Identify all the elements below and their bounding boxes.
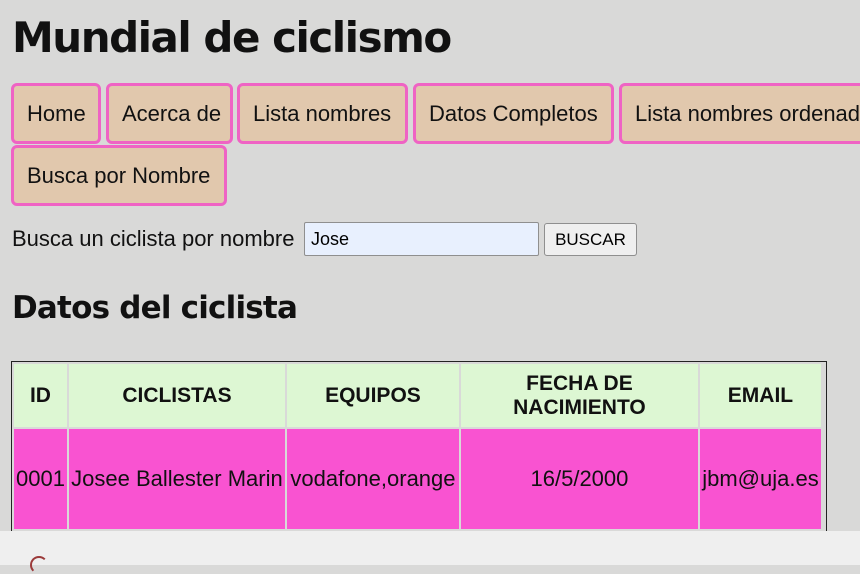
- bottom-bar: [0, 531, 860, 574]
- search-button[interactable]: BUSCAR: [544, 223, 637, 256]
- page-title: Mundial de ciclismo: [12, 13, 452, 62]
- results-table-container: ID CICLISTAS EQUIPOS FECHA DE NACIMIENTO…: [11, 361, 827, 535]
- header-equipos: EQUIPOS: [286, 364, 459, 427]
- cell-fecha: 16/5/2000: [460, 429, 698, 529]
- nav-lista-nombres-ordenados[interactable]: Lista nombres ordenados: [619, 83, 860, 144]
- header-fecha-nacimiento: FECHA DE NACIMIENTO: [460, 364, 698, 427]
- nav-busca-por-nombre[interactable]: Busca por Nombre: [11, 145, 227, 206]
- nav-datos-completos[interactable]: Datos Completos: [413, 83, 614, 144]
- results-table: ID CICLISTAS EQUIPOS FECHA DE NACIMIENTO…: [12, 362, 823, 531]
- cell-id: 0001: [14, 429, 67, 529]
- nav-lista-nombres[interactable]: Lista nombres: [237, 83, 408, 144]
- search-input[interactable]: [304, 222, 539, 256]
- table-header-row: ID CICLISTAS EQUIPOS FECHA DE NACIMIENTO…: [14, 364, 821, 427]
- nav-acerca-de[interactable]: Acerca de: [106, 83, 233, 144]
- header-ciclistas: CICLISTAS: [68, 364, 285, 427]
- cell-equipos: vodafone,orange: [286, 429, 459, 529]
- search-label: Busca un ciclista por nombre: [12, 226, 295, 251]
- cell-ciclista: Josee Ballester Marin: [68, 429, 285, 529]
- cell-email: jbm@uja.es: [699, 429, 821, 529]
- header-id: ID: [14, 364, 67, 427]
- table-row: 0001 Josee Ballester Marin vodafone,oran…: [14, 429, 821, 529]
- nav-home[interactable]: Home: [11, 83, 101, 144]
- header-email: EMAIL: [699, 364, 821, 427]
- section-title: Datos del ciclista: [12, 290, 298, 326]
- loading-icon: [30, 556, 48, 574]
